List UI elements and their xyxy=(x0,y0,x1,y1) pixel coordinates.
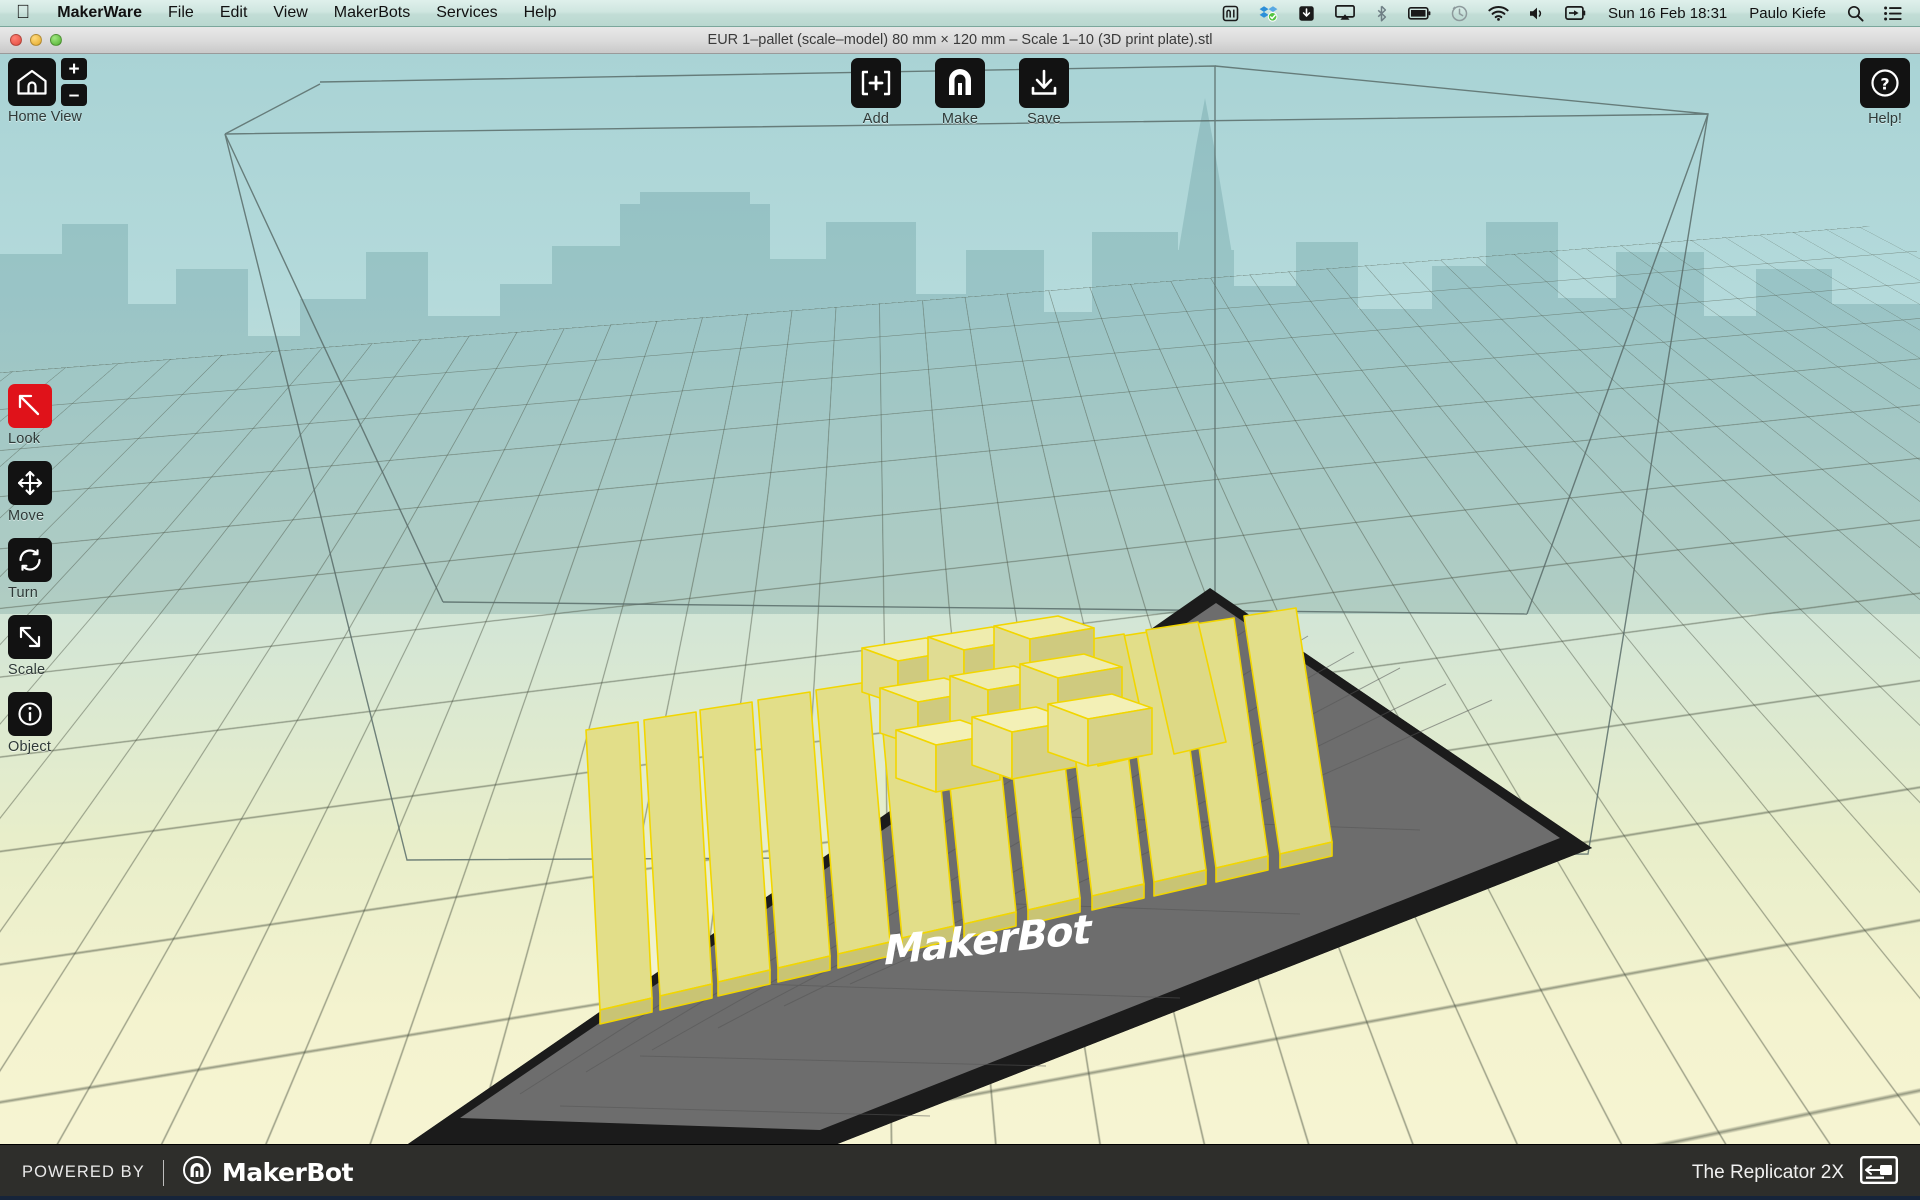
window-title-bar: EUR 1–pallet (scale–model) 80 mm × 120 m… xyxy=(0,27,1920,54)
mac-menu-bar:  MakerWare File Edit View MakerBots Ser… xyxy=(0,0,1920,27)
tool-object-label: Object xyxy=(8,739,52,755)
makerbot-logo: MakerBot xyxy=(182,1155,354,1190)
home-icon[interactable] xyxy=(8,58,56,106)
window-bottom-edge xyxy=(0,1196,1920,1200)
tool-turn[interactable]: Turn xyxy=(8,538,66,601)
home-view-label: Home View xyxy=(8,109,82,125)
menu-item-services[interactable]: Services xyxy=(423,0,510,26)
menu-bar-user[interactable]: Paulo Kiefe xyxy=(1738,0,1837,26)
tool-move[interactable]: Move xyxy=(8,461,66,524)
tool-scale-label: Scale xyxy=(8,662,46,678)
main-toolbar: Add Make Save xyxy=(843,58,1077,127)
diagonal-resize-icon xyxy=(8,615,52,659)
printer-connected-icon[interactable] xyxy=(1860,1156,1898,1189)
four-way-arrows-icon xyxy=(8,461,52,505)
airplay-icon[interactable] xyxy=(1325,0,1365,26)
add-bracket-plus-icon xyxy=(851,58,901,108)
makerbot-m-icon xyxy=(935,58,985,108)
svg-text:?: ? xyxy=(1880,75,1889,94)
makerbot-wordmark: MakerBot xyxy=(221,1158,354,1187)
window-title: EUR 1–pallet (scale–model) 80 mm × 120 m… xyxy=(707,32,1213,48)
wifi-icon[interactable] xyxy=(1478,0,1519,26)
menu-bar-status-area: Sun 16 Feb 18:31 Paulo Kiefe xyxy=(1212,0,1920,26)
tool-rail: Look Move Turn Scale Object xyxy=(8,384,66,755)
add-label: Add xyxy=(862,111,890,127)
power-plug-icon[interactable] xyxy=(1555,0,1597,26)
3d-viewport[interactable]: MakerBot + – Home View Add Make Save ? H… xyxy=(0,54,1920,1144)
search-icon[interactable] xyxy=(1837,0,1874,26)
arrow-up-left-icon xyxy=(8,384,52,428)
tool-scale[interactable]: Scale xyxy=(8,615,66,678)
zoom-in-button[interactable]: + xyxy=(61,58,87,80)
save-download-arrow-icon xyxy=(1019,58,1069,108)
timemachine-icon[interactable] xyxy=(1441,0,1478,26)
build-volume-and-model: MakerBot xyxy=(224,65,1709,1144)
tool-move-label: Move xyxy=(8,508,45,524)
dropbox-icon[interactable] xyxy=(1249,0,1288,26)
make-button[interactable]: Make xyxy=(927,58,993,127)
tool-look-label: Look xyxy=(8,431,41,447)
download-arrow-icon[interactable] xyxy=(1288,0,1325,26)
makerbot-circle-m-icon xyxy=(182,1155,212,1190)
help-button[interactable]: ? Help! xyxy=(1860,58,1910,127)
question-circle-icon: ? xyxy=(1860,58,1910,108)
notification-center-icon[interactable] xyxy=(1874,0,1912,26)
menu-item-makerbots[interactable]: MakerBots xyxy=(321,0,423,26)
menu-bar-left:  MakerWare File Edit View MakerBots Ser… xyxy=(0,0,570,26)
save-button[interactable]: Save xyxy=(1011,58,1077,127)
printer-status-group[interactable]: The Replicator 2X xyxy=(1692,1156,1920,1189)
powered-by-group: POWERED BY MakerBot xyxy=(0,1155,354,1190)
volume-icon[interactable] xyxy=(1519,0,1555,26)
rotate-circle-icon xyxy=(8,538,52,582)
menu-bar-clock[interactable]: Sun 16 Feb 18:31 xyxy=(1597,0,1738,26)
tool-object[interactable]: Object xyxy=(8,692,66,755)
printer-queue-icon[interactable] xyxy=(1212,0,1249,26)
bluetooth-icon[interactable] xyxy=(1365,0,1398,26)
divider xyxy=(162,1159,164,1186)
tool-turn-label: Turn xyxy=(8,585,39,601)
help-label: Help! xyxy=(1868,111,1902,127)
powered-by-label: POWERED BY xyxy=(22,1163,145,1181)
home-view-control[interactable]: + – Home View xyxy=(8,58,87,125)
apple-logo-icon[interactable]:  xyxy=(0,3,44,22)
menu-item-makerware[interactable]: MakerWare xyxy=(44,0,155,26)
status-bar: POWERED BY MakerBot The Replicator 2X xyxy=(0,1144,1920,1200)
info-circle-icon xyxy=(8,692,52,736)
make-label: Make xyxy=(941,111,979,127)
menu-item-file[interactable]: File xyxy=(155,0,207,26)
zoom-out-button[interactable]: – xyxy=(61,84,87,106)
save-label: Save xyxy=(1027,111,1061,127)
add-button[interactable]: Add xyxy=(843,58,909,127)
menu-item-view[interactable]: View xyxy=(260,0,320,26)
tool-look[interactable]: Look xyxy=(8,384,66,447)
menu-item-edit[interactable]: Edit xyxy=(207,0,261,26)
menu-item-help[interactable]: Help xyxy=(511,0,570,26)
battery-icon[interactable] xyxy=(1398,0,1441,26)
printer-name: The Replicator 2X xyxy=(1691,1161,1844,1183)
